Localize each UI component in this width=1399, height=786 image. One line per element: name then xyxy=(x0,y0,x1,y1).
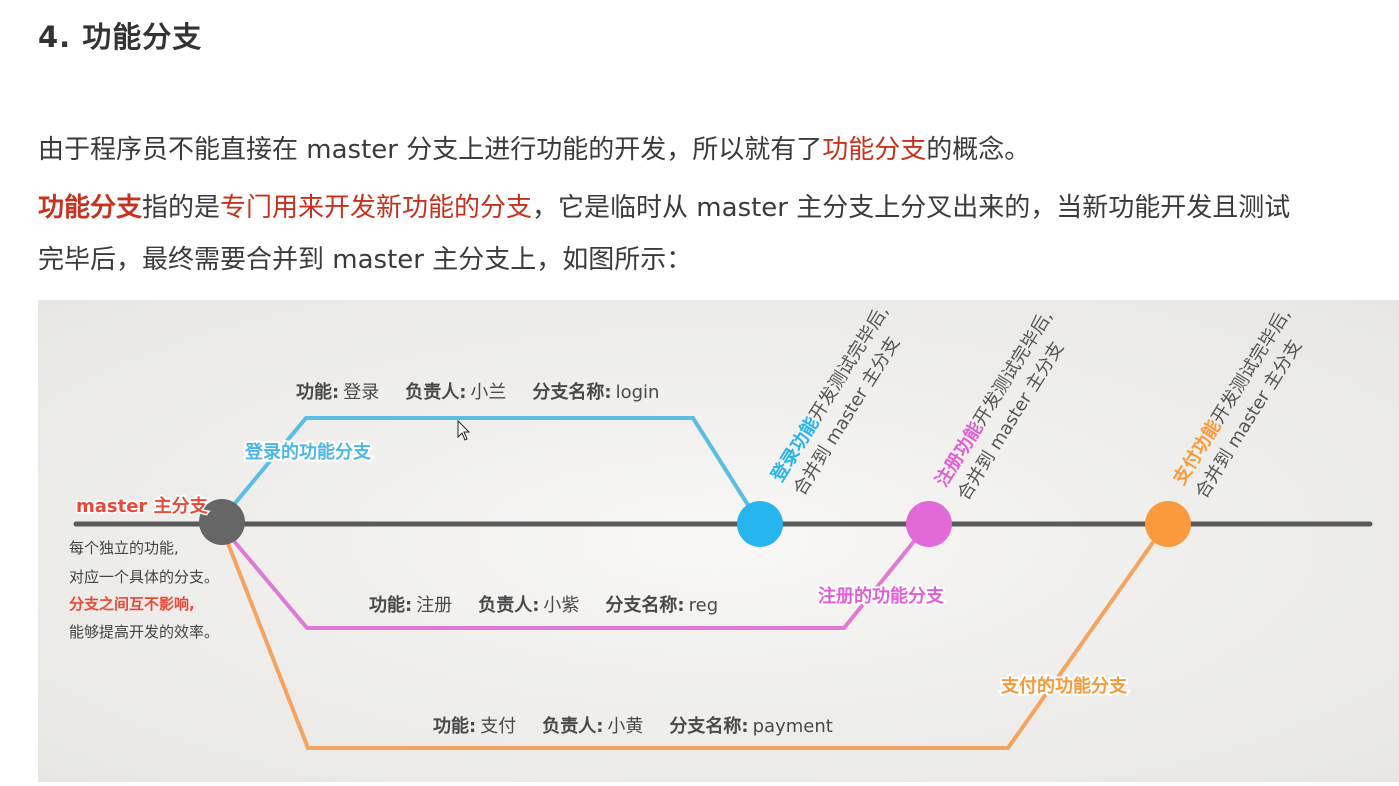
intro-text: 由于程序员不能直接在 master 分支上进行功能的开发，所以就有了 xyxy=(38,135,823,165)
page-title: 4. 功能分支 xyxy=(38,20,203,54)
info-value: payment xyxy=(753,716,833,737)
info-value: login xyxy=(616,382,660,403)
note-line-2: 对应一个具体的分支。 xyxy=(69,568,219,586)
info-value: 支付 xyxy=(480,716,516,737)
info-value: 小兰 xyxy=(470,382,506,403)
login-merge-node xyxy=(737,501,783,547)
reg-branch-label: 注册的功能分支 xyxy=(818,585,945,607)
info-key: 功能: xyxy=(296,381,339,403)
branch-diagram: master 主分支 每个独立的功能, 对应一个具体的分支。 分支之间互不影响,… xyxy=(38,300,1399,782)
intro-highlight: 功能分支 xyxy=(822,135,927,165)
note-line-3: 分支之间互不影响, xyxy=(69,595,195,613)
info-value: 登录 xyxy=(343,382,379,403)
info-value: 小黄 xyxy=(607,716,643,737)
definition-text-rest: ，它是临时从 master 主分支上分叉出来的，当新功能开发且测试 xyxy=(532,193,1291,223)
login-branch-info: 功能: 登录 负责人: 小兰 分支名称: login xyxy=(296,381,659,403)
note-line-1: 每个独立的功能, xyxy=(69,539,179,557)
info-key: 功能: xyxy=(433,715,476,737)
info-key: 分支名称: xyxy=(605,594,684,616)
login-branch-label: 登录的功能分支 xyxy=(244,441,372,463)
diagram-background xyxy=(38,300,1399,782)
info-value: reg xyxy=(689,595,719,616)
intro-text-end: 的概念。 xyxy=(926,135,1031,165)
mouse-cursor-icon xyxy=(457,420,471,441)
info-value: 注册 xyxy=(416,595,452,616)
definition-highlight: 专门用来开发新功能的分支 xyxy=(220,193,533,223)
info-key: 分支名称: xyxy=(669,715,748,737)
info-key: 负责人: xyxy=(542,715,603,737)
info-key: 分支名称: xyxy=(532,381,611,403)
reg-branch-info: 功能: 注册 负责人: 小紫 分支名称: reg xyxy=(369,594,718,616)
info-key: 负责人: xyxy=(405,381,466,403)
definition-term: 功能分支 xyxy=(38,193,143,223)
info-value: 小紫 xyxy=(543,595,579,616)
intro-paragraph: 由于程序员不能直接在 master 分支上进行功能的开发，所以就有了功能分支的概… xyxy=(38,124,1030,176)
payment-branch-info: 功能: 支付 负责人: 小黄 分支名称: payment xyxy=(433,715,833,737)
definition-text-line2: 完毕后，最终需要合并到 master 主分支上，如图所示： xyxy=(38,245,693,275)
master-label: master 主分支 xyxy=(76,495,209,517)
reg-merge-node xyxy=(906,501,952,547)
info-key: 功能: xyxy=(369,594,412,616)
payment-merge-node xyxy=(1145,501,1191,547)
branch-diagram-svg: master 主分支 每个独立的功能, 对应一个具体的分支。 分支之间互不影响,… xyxy=(38,300,1399,782)
definition-text: 指的是 xyxy=(142,193,221,223)
note-line-4: 能够提高开发的效率。 xyxy=(69,623,219,641)
definition-paragraph: 功能分支指的是专门用来开发新功能的分支，它是临时从 master 主分支上分叉出… xyxy=(38,182,1290,286)
info-key: 负责人: xyxy=(478,594,539,616)
payment-branch-label: 支付的功能分支 xyxy=(1000,675,1128,697)
